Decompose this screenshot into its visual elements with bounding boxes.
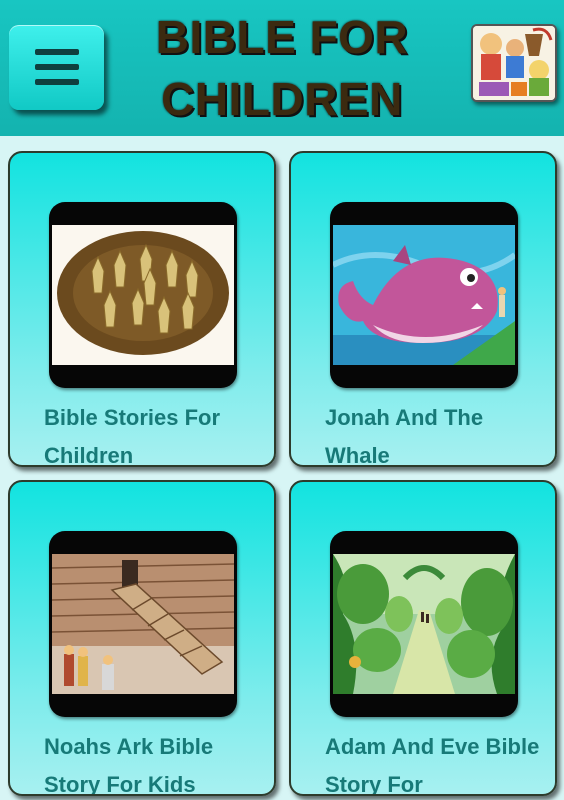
garden-of-eden-image xyxy=(333,554,515,694)
story-thumbnail xyxy=(330,531,518,717)
story-title: Adam And Eve Bible Story For xyxy=(325,734,540,796)
story-thumbnail xyxy=(49,531,237,717)
story-thumbnail xyxy=(49,202,237,388)
noahs-ark-image xyxy=(52,554,234,694)
page-title: BIBLE FOR CHILDREN xyxy=(130,6,434,130)
pink-whale-image xyxy=(333,225,515,365)
story-title: Jonah And The Whale xyxy=(325,405,484,467)
app-header: BIBLE FOR CHILDREN xyxy=(0,0,564,136)
story-title: Bible Stories For Children xyxy=(44,405,221,467)
story-title: Noahs Ark Bible Story For Kids xyxy=(44,734,214,796)
menu-button[interactable] xyxy=(9,25,104,110)
app-logo-icon[interactable] xyxy=(471,24,557,102)
story-thumbnail xyxy=(330,202,518,388)
wheat-sheaves-image xyxy=(52,225,234,365)
story-card[interactable]: Bible Stories For Children xyxy=(8,151,276,467)
story-card[interactable]: Adam And Eve Bible Story For xyxy=(289,480,557,796)
title-line-1: BIBLE FOR xyxy=(155,11,409,63)
story-card[interactable]: Jonah And The Whale xyxy=(289,151,557,467)
story-card[interactable]: Noahs Ark Bible Story For Kids xyxy=(8,480,276,796)
title-line-2: CHILDREN xyxy=(161,73,403,125)
